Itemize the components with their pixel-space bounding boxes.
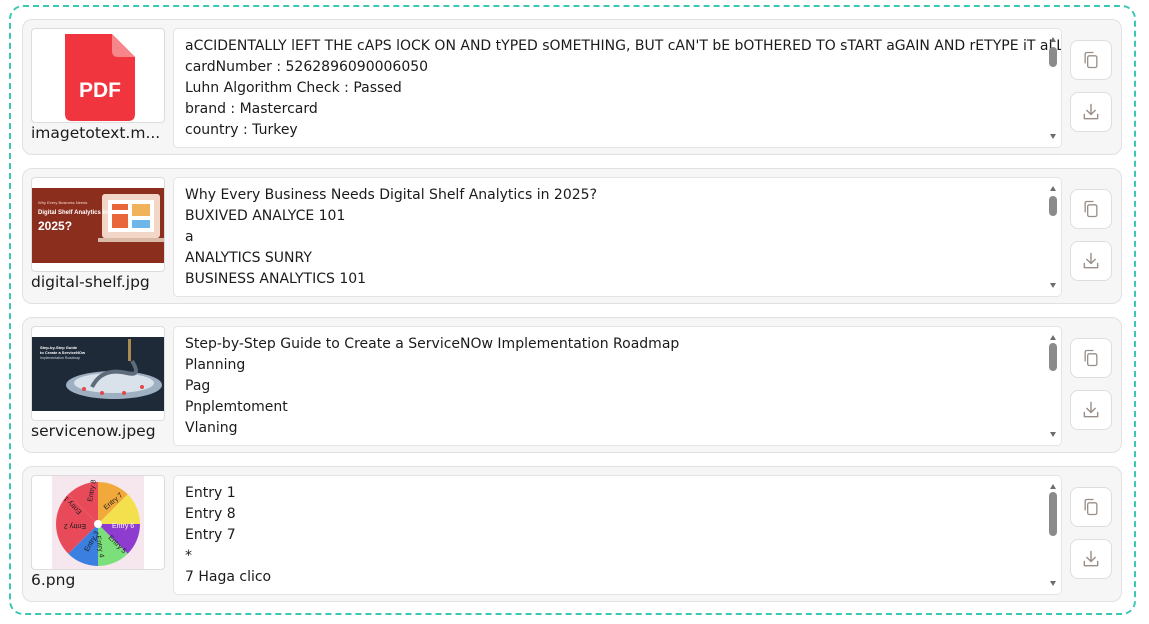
- download-button[interactable]: [1070, 92, 1112, 132]
- text-line: Pnplemtoment: [185, 399, 288, 415]
- result-card: PDF imagetotext.m... aCCIDENTALLY lEFT T…: [22, 19, 1122, 155]
- copy-button[interactable]: [1070, 189, 1112, 229]
- file-thumbnail: Entry 8 Entry 7 Entry 6 Entry 5 Entry 4 …: [31, 475, 165, 570]
- download-button[interactable]: [1070, 390, 1112, 430]
- text-line: BUSINESS ANALYTICS 101: [185, 271, 367, 287]
- scrollbar[interactable]: [1047, 329, 1059, 443]
- text-line: a: [185, 229, 194, 245]
- text-line: Planning: [185, 357, 246, 373]
- file-thumbnail: Why Every Business Needs Digital Shelf A…: [31, 177, 165, 272]
- extracted-text-area[interactable]: Why Every Business Needs Digital Shelf A…: [173, 177, 1062, 297]
- text-line: Pag: [185, 378, 211, 394]
- copy-icon: [1084, 200, 1098, 218]
- scroll-up-icon[interactable]: [1050, 335, 1056, 340]
- file-name: imagetotext.m...: [31, 124, 161, 142]
- scrollbar[interactable]: [1047, 180, 1059, 294]
- download-icon: [1083, 550, 1099, 567]
- image-thumbnail: Step-by-Step Guide to Create a ServiceNO…: [32, 337, 164, 411]
- download-icon: [1083, 103, 1099, 120]
- scrollbar-thumb[interactable]: [1049, 492, 1057, 536]
- copy-button[interactable]: [1070, 338, 1112, 378]
- copy-icon: [1084, 498, 1098, 516]
- image-thumbnail: Entry 8 Entry 7 Entry 6 Entry 5 Entry 4 …: [52, 476, 144, 569]
- text-line: ANALYTICS SUNRY: [185, 250, 312, 266]
- scrollbar[interactable]: [1047, 478, 1059, 592]
- text-line: BUXIVED ANALYCE 101: [185, 208, 346, 224]
- scroll-up-icon[interactable]: [1050, 186, 1056, 191]
- result-card: Why Every Business Needs Digital Shelf A…: [22, 168, 1122, 304]
- file-thumbnail: PDF: [31, 28, 165, 123]
- pdf-file-icon: PDF: [65, 34, 135, 121]
- text-line: Entry 8: [185, 506, 236, 522]
- scrollbar[interactable]: [1047, 31, 1059, 145]
- thumb-text: 2025?: [38, 219, 72, 233]
- text-line: Why Every Business Needs Digital Shelf A…: [185, 187, 597, 203]
- download-icon: [1083, 252, 1099, 269]
- text-line: 7 Haga clico: [185, 569, 272, 585]
- image-thumbnail: Why Every Business Needs Digital Shelf A…: [32, 188, 164, 263]
- text-line: brand : Mastercard: [185, 101, 318, 117]
- thumb-text: to Create a ServiceNOw: [40, 350, 86, 355]
- download-icon: [1083, 401, 1099, 418]
- text-line: Step-by-Step Guide to Create a ServiceNO…: [185, 336, 680, 352]
- file-name: digital-shelf.jpg: [31, 273, 150, 291]
- result-card: Entry 8 Entry 7 Entry 6 Entry 5 Entry 4 …: [22, 466, 1122, 602]
- thumb-text: Why Every Business Needs: [38, 200, 87, 205]
- scroll-down-icon[interactable]: [1050, 432, 1056, 437]
- text-line: *: [185, 548, 192, 564]
- extracted-text-area[interactable]: Step-by-Step Guide to Create a ServiceNO…: [173, 326, 1062, 446]
- text-line: aCCIDENTALLY lEFT THE cAPS lOCK ON AND t…: [185, 38, 1062, 54]
- thumb-text: Digital Shelf Analytics in: [38, 210, 108, 216]
- wheel-label: Entry 6: [112, 523, 134, 530]
- scroll-down-icon[interactable]: [1050, 134, 1056, 139]
- text-line: country : Turkey: [185, 122, 298, 138]
- file-thumbnail: Step-by-Step Guide to Create a ServiceNO…: [31, 326, 165, 421]
- text-line: cardNumber : 5262896090006050: [185, 59, 429, 75]
- text-line: Luhn Algorithm Check : Passed: [185, 80, 402, 96]
- copy-button[interactable]: [1070, 40, 1112, 80]
- scroll-down-icon[interactable]: [1050, 283, 1056, 288]
- file-name: servicenow.jpeg: [31, 422, 156, 440]
- wheel-label: Entry 2: [64, 522, 86, 529]
- copy-icon: [1084, 349, 1098, 367]
- result-card: Step-by-Step Guide to Create a ServiceNO…: [22, 317, 1122, 453]
- text-line: Entry 7: [185, 527, 236, 543]
- scrollbar-thumb[interactable]: [1049, 343, 1057, 371]
- file-name: 6.png: [31, 571, 76, 589]
- scroll-down-icon[interactable]: [1050, 581, 1056, 586]
- thumb-text: Implementation Roadmap: [40, 356, 80, 360]
- text-line: Entry 1: [185, 485, 236, 501]
- text-line: Vlaning: [185, 420, 238, 436]
- download-button[interactable]: [1070, 241, 1112, 281]
- scrollbar-thumb[interactable]: [1049, 196, 1057, 216]
- copy-button[interactable]: [1070, 487, 1112, 527]
- scroll-up-icon[interactable]: [1050, 484, 1056, 489]
- scroll-up-icon[interactable]: [1050, 37, 1056, 42]
- pdf-label: PDF: [79, 79, 121, 102]
- extracted-text-area[interactable]: aCCIDENTALLY lEFT THE cAPS lOCK ON AND t…: [173, 28, 1062, 148]
- download-button[interactable]: [1070, 539, 1112, 579]
- scrollbar-thumb[interactable]: [1049, 47, 1057, 67]
- extracted-text-area[interactable]: Entry 1 Entry 8 Entry 7 * 7 Haga clico: [173, 475, 1062, 595]
- copy-icon: [1084, 51, 1098, 69]
